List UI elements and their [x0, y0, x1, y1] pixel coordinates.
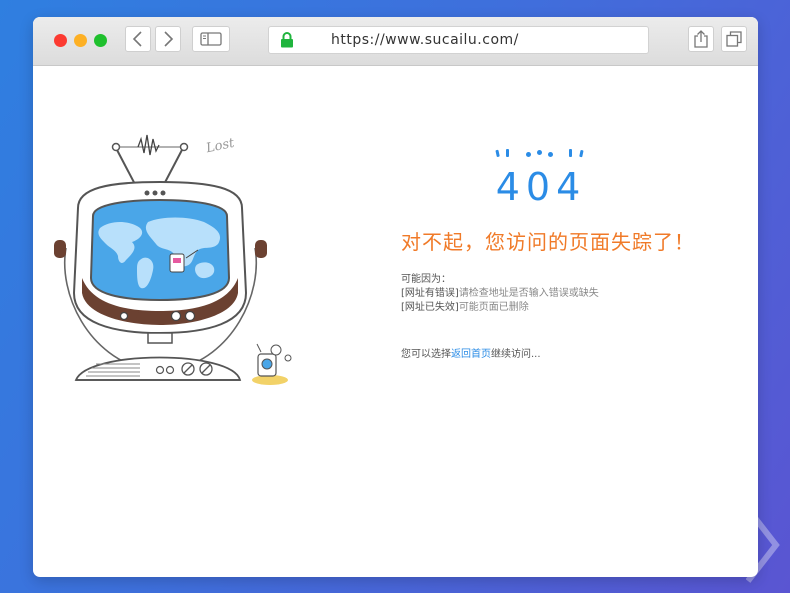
- tv-screen: [89, 198, 231, 302]
- error-404-graphic: 404: [495, 149, 587, 206]
- choose-suffix: 继续访问...: [491, 349, 541, 360]
- address-bar-url: https://www.sucailu.com/: [331, 32, 519, 48]
- tabs-button[interactable]: [721, 26, 747, 52]
- tabs-icon: [726, 31, 742, 47]
- share-button[interactable]: [688, 26, 714, 52]
- navigation-suggestion: 您可以选择返回首页继续访问...: [401, 345, 541, 360]
- sidebar-button[interactable]: [192, 26, 230, 52]
- page-content: Lost 404 对不起，您访问的页面失踪了！ 可能因为： [网址有错误]请检查…: [33, 66, 758, 577]
- share-icon: [694, 30, 708, 48]
- home-link[interactable]: 返回首页: [451, 349, 491, 360]
- sidebar-icon: [200, 32, 222, 46]
- reasons-title: 可能因为：: [401, 274, 451, 285]
- choose-prefix: 您可以选择: [401, 349, 451, 360]
- browser-window: https://www.sucailu.com/ Lost 404 对不起，您访…: [33, 17, 758, 577]
- maximize-window-button[interactable]: [94, 34, 107, 47]
- lost-label: Lost: [204, 136, 237, 157]
- reason-tag: [网址有错误]: [401, 288, 459, 299]
- browser-titlebar: https://www.sucailu.com/: [33, 17, 758, 66]
- reason-item: [网址有错误]请检查地址是否输入错误或缺失: [401, 287, 599, 301]
- error-code: 404: [496, 165, 587, 206]
- forward-button[interactable]: [155, 26, 181, 52]
- back-button[interactable]: [125, 26, 151, 52]
- lock-icon: [281, 32, 293, 48]
- reason-tag: [网址已失效]: [401, 302, 459, 313]
- forward-icon: [164, 31, 174, 47]
- reason-desc: 请检查地址是否输入错误或缺失: [458, 288, 599, 299]
- back-icon: [132, 31, 142, 47]
- close-window-button[interactable]: [54, 34, 67, 47]
- reason-item: [网址已失效]可能页面已删除: [401, 301, 599, 315]
- error-heading: 对不起，您访问的页面失踪了！: [401, 230, 695, 254]
- error-reasons: 可能因为： [网址有错误]请检查地址是否输入错误或缺失 [网址已失效]可能页面已…: [401, 273, 599, 315]
- reason-desc: 可能页面已删除: [458, 302, 529, 313]
- address-bar[interactable]: https://www.sucailu.com/: [268, 26, 649, 54]
- robot-icon: [252, 343, 292, 385]
- lost-tv-illustration: Lost: [54, 134, 292, 385]
- minimize-window-button[interactable]: [74, 34, 87, 47]
